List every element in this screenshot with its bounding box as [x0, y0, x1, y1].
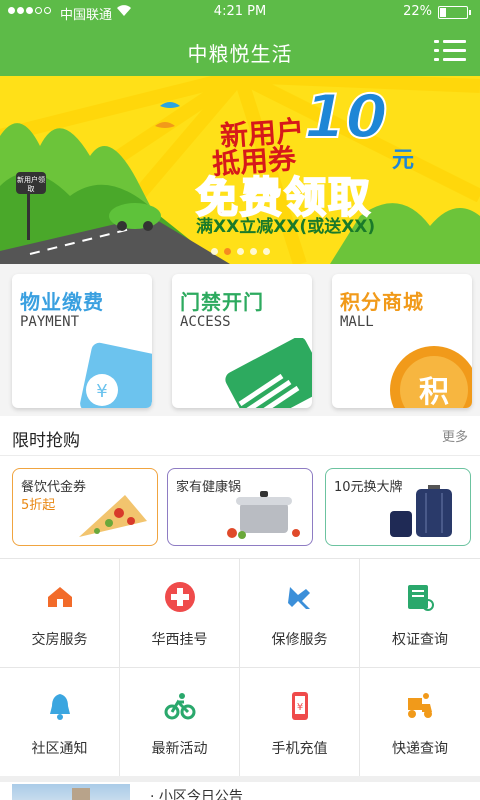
bell-icon — [50, 694, 70, 720]
flash-sale-title: 限时抢购 — [12, 431, 80, 451]
service-delivery-scooter[interactable]: 快递查询 — [360, 668, 480, 777]
notice-bar[interactable]: · 小区今日公告 — [0, 776, 480, 800]
luggage-icon — [390, 485, 452, 537]
svg-text:¥: ¥ — [96, 381, 107, 402]
document-search-icon — [408, 585, 434, 611]
service-house-hand[interactable]: 交房服务 — [0, 559, 120, 668]
banner-dot[interactable] — [223, 248, 231, 255]
pizza-icon — [79, 495, 147, 537]
page-title: 中粮悦生活 — [187, 42, 293, 66]
house-hand-icon — [48, 587, 72, 607]
promo-subtitle: 5折起 — [21, 498, 56, 513]
service-label: 手机充值 — [271, 741, 328, 757]
payment-title: 物业缴费 — [20, 290, 104, 314]
battery-icon — [438, 6, 471, 19]
service-label: 社区通知 — [31, 741, 88, 757]
yuan-card-icon: ¥ — [80, 342, 152, 408]
promo-item[interactable]: 餐饮代金券 5折起 — [12, 468, 158, 546]
flash-sale-header: 限时抢购 更多 — [0, 416, 480, 456]
service-label: 权证查询 — [392, 632, 448, 648]
banner-sign: 新用户领取 — [17, 176, 45, 193]
service-label: 保修服务 — [271, 632, 328, 648]
key-card-icon — [225, 338, 312, 408]
service-label: 最新活动 — [151, 741, 208, 757]
banner-dot[interactable] — [249, 248, 257, 255]
payment-card[interactable]: 物业缴费 PAYMENT ¥ — [12, 274, 152, 408]
promo-banner[interactable]: 新用户领取 新用户 抵用券 10 元 免费领取 满XX立减XX(或送XX) — [0, 76, 480, 264]
mall-subtitle: MALL — [340, 314, 374, 330]
phone-yuan-icon: ¥ — [292, 692, 308, 720]
promo-item[interactable]: 家有健康锅 — [167, 468, 313, 546]
medical-cross-icon — [165, 582, 195, 612]
svg-text:积: 积 — [419, 375, 449, 408]
access-card[interactable]: 门禁开门 ACCESS — [172, 274, 312, 408]
banner-unit: 元 — [392, 148, 415, 173]
access-title: 门禁开门 — [180, 290, 264, 314]
service-label: 快递查询 — [392, 741, 448, 757]
mall-card[interactable]: 积分商城 MALL 积 — [332, 274, 472, 408]
banner-dot[interactable] — [262, 248, 270, 255]
payment-subtitle: PAYMENT — [20, 314, 80, 330]
banner-pagination[interactable] — [0, 248, 480, 255]
service-wrench-hand[interactable]: 保修服务 — [240, 559, 360, 668]
points-coin-icon: 积 — [390, 346, 472, 408]
service-label: 华西挂号 — [151, 632, 208, 648]
service-medical-cross[interactable]: 华西挂号 — [120, 559, 240, 668]
service-label: 交房服务 — [31, 632, 88, 648]
flash-sale-list: 餐饮代金券 5折起 家有健康锅 10元换大牌 — [0, 456, 480, 558]
banner-dot[interactable] — [236, 248, 244, 255]
app-header: 中粮悦生活 — [0, 24, 480, 76]
battery-percent: 22% — [403, 4, 432, 19]
bicycle-icon — [164, 693, 196, 720]
delivery-scooter-icon — [408, 693, 432, 718]
status-bar: 中国联通 4:21 PM 22% — [0, 0, 480, 24]
feature-cards: 物业缴费 PAYMENT ¥ 门禁开门 ACCESS 积分商城 MALL 积 — [0, 264, 480, 416]
banner-subline: 满XX立减XX(或送XX) — [196, 217, 376, 237]
notice-title: · 小区今日公告 — [150, 789, 243, 800]
menu-icon[interactable] — [434, 40, 466, 62]
notice-thumbnail — [12, 784, 130, 800]
mall-title: 积分商城 — [340, 290, 424, 314]
service-document-search[interactable]: 权证查询 — [360, 559, 480, 668]
cooking-pot-icon — [227, 491, 300, 539]
services-grid: 交房服务 华西挂号 保修服务 权证查询社区通知 最新活动 ¥ 手机充值 快递查询 — [0, 558, 480, 777]
promo-item[interactable]: 10元换大牌 — [325, 468, 471, 546]
svg-text:¥: ¥ — [297, 702, 303, 713]
service-bell[interactable]: 社区通知 — [0, 668, 120, 777]
banner-amount: 10 — [303, 81, 388, 153]
service-bicycle[interactable]: 最新活动 — [120, 668, 240, 777]
banner-dot[interactable] — [210, 248, 218, 255]
access-subtitle: ACCESS — [180, 314, 231, 330]
wrench-hand-icon — [288, 587, 310, 609]
more-link[interactable]: 更多 — [442, 426, 468, 445]
service-phone-yuan[interactable]: ¥ 手机充值 — [240, 668, 360, 777]
